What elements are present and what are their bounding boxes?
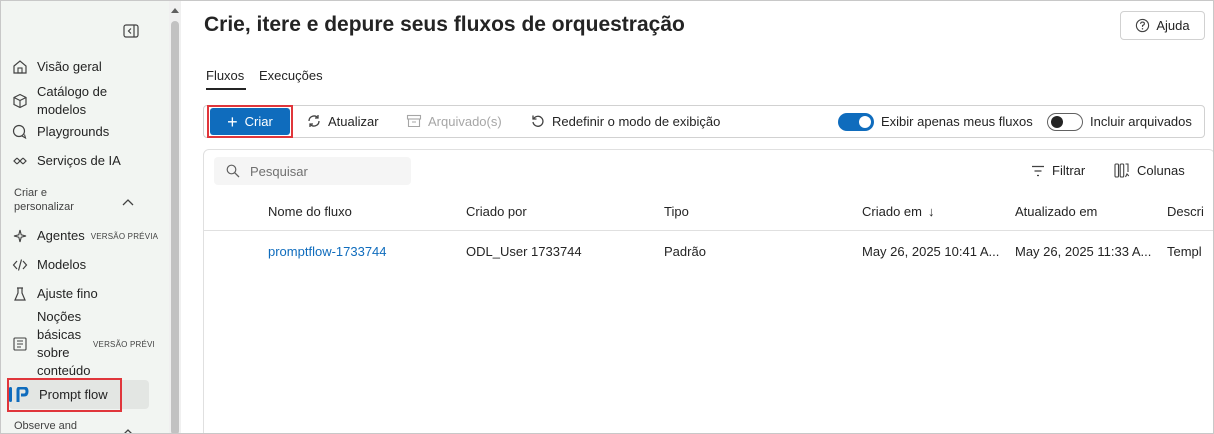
section-observe: Observe and: [14, 420, 77, 432]
include-archived-label: Incluir arquivados: [1090, 114, 1192, 129]
document-icon: [11, 335, 29, 353]
help-button[interactable]: Ajuda: [1120, 11, 1205, 40]
scroll-up-icon[interactable]: [171, 6, 179, 14]
sidebar-item-label: Serviços de IA: [37, 153, 121, 168]
sidebar-item-ai-services[interactable]: Serviços de IA: [11, 152, 151, 170]
column-header-label: Criado em: [862, 204, 922, 219]
archive-icon: [406, 113, 422, 129]
preview-badge: VERSÃO PRÉVI: [93, 339, 155, 349]
cell-updated-at: May 26, 2025 11:33 A...: [1015, 244, 1152, 259]
active-tab-indicator: [206, 88, 246, 90]
only-mine-toggle[interactable]: [838, 113, 874, 131]
sidebar-item-overview[interactable]: Visão geral: [11, 58, 151, 76]
sidebar-item-fine-tuning[interactable]: Ajuste fino: [11, 285, 151, 303]
cell-created-at: May 26, 2025 10:41 A...: [862, 244, 1000, 259]
help-icon: [1135, 18, 1150, 33]
columns-icon: [1114, 163, 1130, 178]
tab-flows[interactable]: Fluxos: [206, 68, 244, 83]
header-divider: [204, 230, 1213, 231]
section-create-customize: Criar e personalizar: [14, 187, 74, 213]
filter-label: Filtrar: [1052, 163, 1086, 178]
refresh-icon: [306, 113, 322, 129]
sidebar-item-model-catalog[interactable]: Catálogo de modelos: [11, 83, 151, 119]
flask-icon: [11, 285, 29, 303]
sidebar-item-label: Noções básicas sobre conteúdo: [37, 309, 91, 378]
sidebar-item-label: Modelos: [37, 257, 87, 272]
flow-name-link[interactable]: promptflow-1733744: [268, 244, 387, 259]
column-header-updated-at[interactable]: Atualizado em: [1015, 204, 1097, 219]
chat-icon: [11, 123, 29, 141]
search-box[interactable]: [214, 157, 411, 185]
cube-icon: [11, 92, 29, 110]
column-header-created-at[interactable]: Criado em ↓: [862, 204, 934, 219]
only-mine-label: Exibir apenas meus fluxos: [881, 114, 1033, 129]
scrollbar-thumb[interactable]: [171, 21, 179, 433]
app-frame: Visão geral Catálogo de modelos Playgrou…: [0, 0, 1214, 434]
column-header-type[interactable]: Tipo: [664, 204, 689, 219]
preview-badge: VERSÃO PRÉVIA: [90, 231, 159, 241]
sidebar: Visão geral Catálogo de modelos Playgrou…: [1, 1, 169, 433]
search-icon: [226, 164, 240, 178]
toggle-knob: [859, 116, 871, 128]
help-label: Ajuda: [1156, 18, 1190, 33]
cell-type: Padrão: [664, 244, 706, 259]
sidebar-item-content-understanding[interactable]: Noções básicas sobre conteúdo VERSÃO PRÉ…: [11, 308, 155, 380]
archived-label: Arquivado(s): [428, 113, 502, 129]
reset-icon: [530, 113, 546, 129]
highlight-box-prompt-flow: [7, 378, 122, 412]
column-header-created-by[interactable]: Criado por: [466, 204, 527, 219]
reset-view-label: Redefinir o modo de exibição: [552, 113, 721, 129]
agents-icon: [11, 227, 29, 245]
columns-button[interactable]: Colunas: [1114, 163, 1185, 178]
chevron-up-icon[interactable]: [121, 425, 135, 433]
flows-table-panel: [203, 149, 1213, 433]
link-icon: [11, 152, 29, 170]
home-icon: [11, 58, 29, 76]
column-header-description[interactable]: Descri: [1167, 204, 1213, 219]
sidebar-item-models[interactable]: Modelos: [11, 256, 151, 274]
sidebar-item-label: Playgrounds: [37, 124, 110, 139]
cell-created-by: ODL_User 1733744: [466, 244, 582, 259]
filter-button[interactable]: Filtrar: [1031, 163, 1085, 178]
include-archived-toggle[interactable]: [1047, 113, 1083, 131]
sidebar-item-label: Catálogo de modelos: [37, 84, 108, 117]
code-icon: [11, 256, 29, 274]
sidebar-item-label: Ajuste fino: [37, 286, 98, 301]
sidebar-item-playgrounds[interactable]: Playgrounds: [11, 123, 151, 141]
tab-runs[interactable]: Execuções: [259, 68, 323, 83]
sort-descending-icon: ↓: [927, 204, 935, 219]
cell-description: Templ: [1167, 244, 1202, 259]
column-header-name[interactable]: Nome do fluxo: [268, 204, 352, 219]
archived-button[interactable]: Arquivado(s): [406, 113, 502, 129]
sidebar-item-label: Agentes: [37, 228, 85, 243]
highlight-box-create: [207, 105, 293, 138]
chevron-up-icon[interactable]: [121, 195, 135, 209]
reset-view-button[interactable]: Redefinir o modo de exibição: [530, 113, 720, 129]
filter-icon: [1031, 165, 1045, 177]
page-title: Crie, itere e depure seus fluxos de orqu…: [204, 13, 685, 36]
refresh-label: Atualizar: [328, 113, 379, 129]
refresh-button[interactable]: Atualizar: [306, 113, 379, 129]
toggle-knob: [1051, 116, 1063, 128]
sidebar-item-agents[interactable]: Agentes VERSÃO PRÉVIA: [11, 227, 158, 245]
search-input[interactable]: [250, 163, 400, 179]
sidebar-item-label: Visão geral: [37, 59, 102, 74]
columns-label: Colunas: [1137, 163, 1185, 178]
collapse-sidebar-icon[interactable]: [122, 23, 140, 39]
